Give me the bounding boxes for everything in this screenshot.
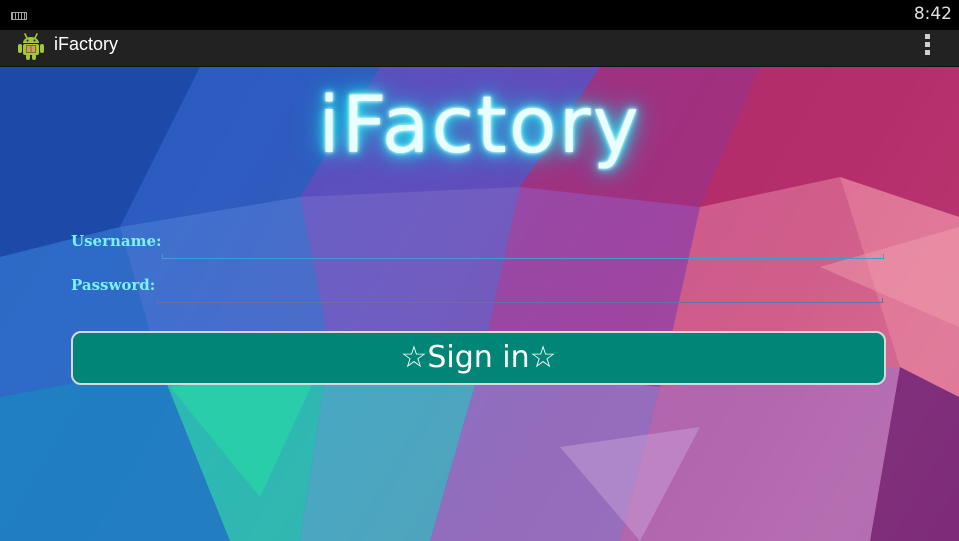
status-time: 8:42 bbox=[913, 4, 952, 24]
login-content: iFactory Username: Password: ☆Sign in☆ bbox=[0, 67, 959, 541]
username-label: Username: bbox=[71, 232, 162, 250]
password-input[interactable] bbox=[157, 277, 883, 301]
screen: 8:42 iFactory iFactory Username: Passwor… bbox=[0, 0, 959, 541]
sign-in-button[interactable]: ☆Sign in☆ bbox=[71, 331, 886, 385]
password-label: Password: bbox=[71, 276, 156, 294]
overflow-menu-icon[interactable] bbox=[915, 32, 939, 62]
status-bar: 8:42 bbox=[0, 0, 959, 30]
username-underline bbox=[162, 254, 884, 259]
app-logo-text: iFactory bbox=[318, 81, 641, 171]
android-robot-icon bbox=[17, 31, 45, 61]
app-title: iFactory bbox=[54, 34, 119, 54]
username-input[interactable] bbox=[162, 233, 884, 257]
keyboard-icon bbox=[11, 12, 27, 20]
action-bar: iFactory bbox=[0, 30, 959, 67]
password-underline bbox=[157, 298, 883, 303]
